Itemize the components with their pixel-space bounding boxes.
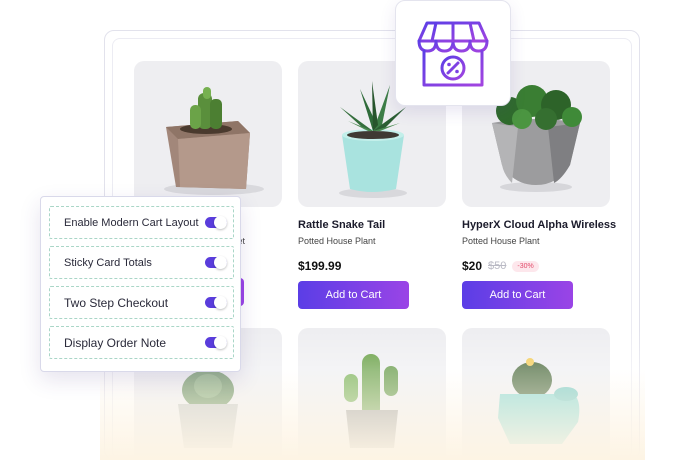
option-label: Enable Modern Cart Layout	[64, 216, 199, 229]
cactus-square-pot-image	[164, 87, 264, 195]
add-to-cart-button[interactable]: Add to Cart	[298, 281, 409, 309]
option-display-order-note[interactable]: Display Order Note	[49, 326, 234, 359]
discount-badge: -30%	[512, 260, 539, 272]
product-card-1	[134, 61, 282, 207]
toggle-switch[interactable]	[205, 256, 227, 269]
product-subtitle: Potted House Plant	[462, 236, 540, 246]
option-enable-modern-cart-layout[interactable]: Enable Modern Cart Layout	[49, 206, 234, 239]
product-price: $199.99	[298, 259, 342, 273]
product-old-price: $50	[488, 260, 507, 272]
product-image-square-pot[interactable]	[134, 61, 282, 207]
option-sticky-card-totals[interactable]: Sticky Card Totals	[49, 246, 234, 279]
option-label: Sticky Card Totals	[64, 256, 152, 269]
product-image-6[interactable]	[462, 328, 610, 460]
store-discount-tile	[395, 0, 511, 106]
add-to-cart-button[interactable]: Add to Cart	[462, 281, 573, 309]
price-row: $20 $50 -30%	[462, 259, 610, 273]
toggle-knob	[214, 256, 227, 269]
product-title[interactable]: Rattle Snake Tail	[298, 219, 446, 231]
product-card-5	[298, 328, 446, 460]
toggle-knob	[214, 216, 227, 229]
cactus-tall-image	[344, 354, 398, 448]
toggle-switch[interactable]	[205, 336, 227, 349]
product-title[interactable]: HyperX Cloud Alpha Wireless	[462, 219, 616, 231]
toggle-switch[interactable]	[205, 216, 227, 229]
option-label: Two Step Checkout	[64, 295, 169, 310]
price-row: $199.99	[298, 259, 446, 273]
product-subtitle: Potted House Plant	[298, 236, 376, 246]
product-card-6	[462, 328, 610, 460]
option-two-step-checkout[interactable]: Two Step Checkout	[49, 286, 234, 319]
cactus-teal-pot-image	[498, 358, 580, 444]
toggle-knob	[214, 336, 227, 349]
toggle-knob	[214, 296, 227, 309]
option-label: Display Order Note	[64, 335, 167, 350]
product-price: $20	[462, 259, 483, 273]
product-image-5[interactable]	[298, 328, 446, 460]
store-discount-icon	[417, 21, 489, 87]
cart-settings-panel: Enable Modern Cart Layout Sticky Card To…	[40, 196, 241, 372]
stage: set Rattle Snake Tail Potted House Plant…	[0, 0, 682, 460]
toggle-switch[interactable]	[205, 296, 227, 309]
